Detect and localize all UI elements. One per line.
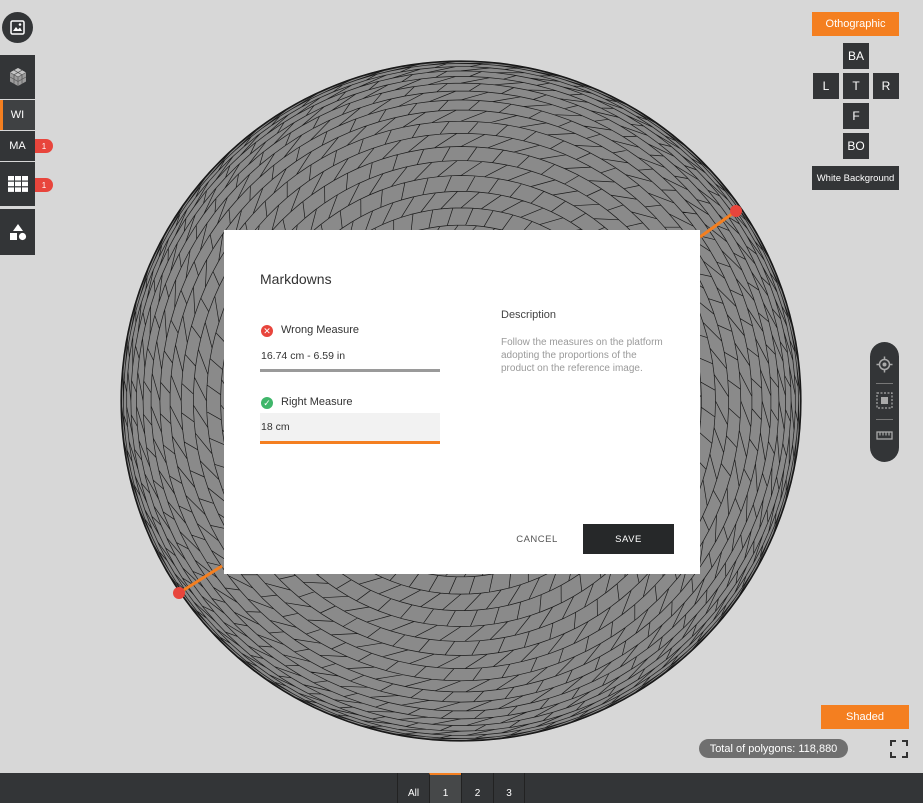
bottom-page-bar: All 1 2 3 [0,773,923,803]
cancel-button[interactable]: CANCEL [509,524,565,554]
view-left-button[interactable]: L [813,73,839,99]
view-bottom-button[interactable]: BO [843,133,869,159]
materials-button[interactable]: MA [0,131,35,161]
wrong-measure-label: Wrong Measure [281,324,360,336]
right-measure-input[interactable] [260,413,440,444]
view-back-button[interactable]: BA [843,43,869,69]
ruler-icon[interactable] [876,427,893,444]
fullscreen-icon[interactable] [890,740,908,758]
target-icon[interactable] [876,356,893,373]
tab-page-2[interactable]: 2 [461,773,493,803]
right-measure-label: Right Measure [281,396,353,408]
shapes-button[interactable] [0,209,35,255]
shapes-icon [9,224,26,241]
error-icon: ✕ [261,325,273,337]
tab-all[interactable]: All [397,773,429,803]
measure-point [730,205,742,217]
grid-count-badge: 1 [35,178,53,192]
projection-toggle[interactable]: Othographic [812,12,899,36]
view-front-button[interactable]: F [843,103,869,129]
save-button[interactable]: SAVE [583,524,674,554]
wireframe-label: WI [10,109,25,121]
white-background-toggle[interactable]: White Background [812,166,899,190]
image-icon [10,20,25,35]
measure-point [173,587,185,599]
materials-label: MA [9,140,26,152]
view-right-button[interactable]: R [873,73,899,99]
grid-view-button[interactable] [0,162,35,206]
tool-divider [876,383,893,384]
render-mode-toggle[interactable]: Shaded [821,705,909,729]
description-text: Follow the measures on the platform adop… [501,337,663,374]
polygon-count: Total of polygons: 118,880 [699,739,848,758]
tool-divider [876,419,893,420]
wrong-measure-value: 16.74 cm - 6.59 in [260,349,440,372]
tab-page-1[interactable]: 1 [429,773,461,803]
select-area-icon[interactable] [876,392,893,409]
markdowns-dialog: Markdowns ✕ Wrong Measure 16.74 cm - 6.5… [224,230,700,574]
description-title: Description [501,309,557,321]
dialog-title: Markdowns [260,271,332,287]
cube-grid-icon [9,68,26,86]
grid-icon [7,176,28,192]
check-icon: ✓ [261,397,273,409]
wireframe-mode-button[interactable]: WI [0,100,35,130]
materials-count-badge: 1 [35,139,53,153]
active-indicator [0,100,3,130]
image-button[interactable] [2,12,33,43]
mesh-view-button[interactable] [0,55,35,99]
view-top-button[interactable]: T [843,73,869,99]
tab-page-3[interactable]: 3 [493,773,525,803]
viewport-tools [870,342,899,462]
